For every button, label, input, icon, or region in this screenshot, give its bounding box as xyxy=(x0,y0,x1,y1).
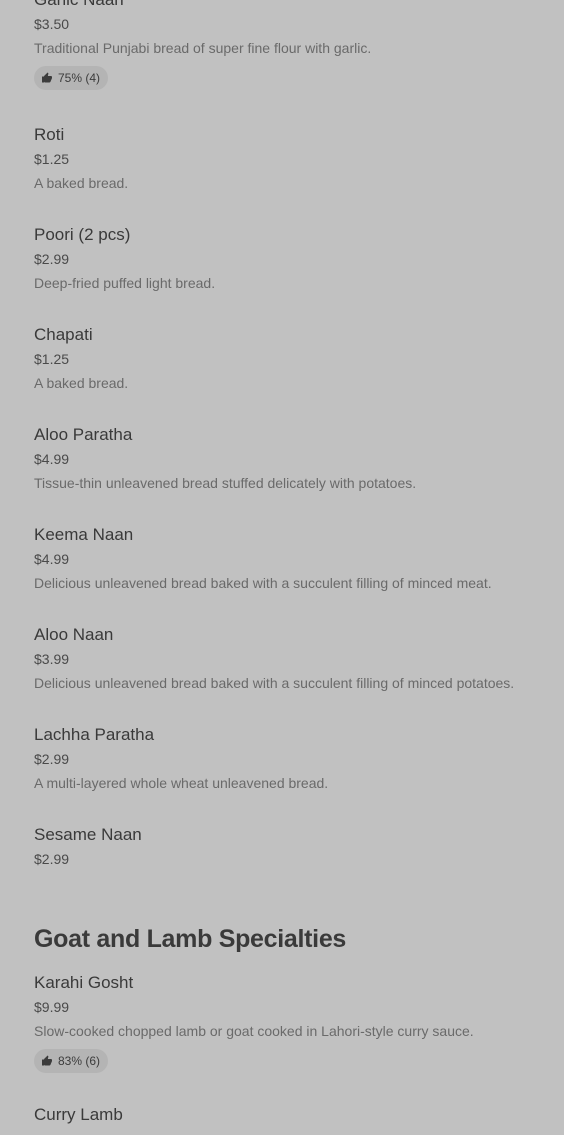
menu-item-aloo-paratha[interactable]: Aloo Paratha $4.99 Tissue-thin unleavene… xyxy=(34,425,554,492)
rating-text: 83% (6) xyxy=(58,1054,101,1068)
item-price: $3.99 xyxy=(34,651,70,667)
item-name: Lachha Paratha xyxy=(34,725,155,744)
item-description: Traditional Punjabi bread of super fine … xyxy=(34,40,372,56)
item-description: A baked bread. xyxy=(34,375,129,391)
menu-item-sesame-naan[interactable]: Sesame Naan $2.99 xyxy=(34,825,554,868)
item-description: Slow-cooked chopped lamb or goat cooked … xyxy=(34,1023,474,1039)
item-description: Delicious unleavened bread baked with a … xyxy=(34,575,492,591)
item-description: A multi-layered whole wheat unleavened b… xyxy=(34,775,329,791)
item-name: Chapati xyxy=(34,325,93,344)
item-name: Aloo Naan xyxy=(34,625,114,644)
item-name: Karahi Gosht xyxy=(34,973,134,992)
item-description: Deep-fried puffed light bread. xyxy=(34,275,216,291)
item-name: Curry Lamb xyxy=(34,1105,123,1124)
rating-text: 75% (4) xyxy=(58,71,101,85)
menu-item-roti[interactable]: Roti $1.25 A baked bread. xyxy=(34,125,554,192)
menu-item-poori[interactable]: Poori (2 pcs) $2.99 Deep-fried puffed li… xyxy=(34,225,554,292)
rating-badge: 75% (4) xyxy=(34,66,109,90)
item-price: $2.99 xyxy=(34,851,70,867)
section-title: Goat and Lamb Specialties xyxy=(34,925,347,953)
menu-item-aloo-naan[interactable]: Aloo Naan $3.99 Delicious unleavened bre… xyxy=(34,625,554,692)
item-name: Aloo Paratha xyxy=(34,425,133,444)
item-name: Poori (2 pcs) xyxy=(34,225,131,244)
item-price: $2.99 xyxy=(34,251,70,267)
menu-item-lachha-paratha[interactable]: Lachha Paratha $2.99 A multi-layered who… xyxy=(34,725,554,792)
rating-badge: 83% (6) xyxy=(34,1049,109,1073)
menu-item-garlic-naan[interactable]: Garlic Naan $3.50 Traditional Punjabi br… xyxy=(34,0,554,90)
thumbs-up-icon xyxy=(42,72,52,83)
item-price: $9.99 xyxy=(34,999,70,1015)
item-price: $1.25 xyxy=(34,351,70,367)
item-name: Sesame Naan xyxy=(34,825,142,844)
menu-item-karahi-gosht[interactable]: Karahi Gosht $9.99 Slow-cooked chopped l… xyxy=(34,973,554,1073)
item-price: $3.50 xyxy=(34,16,70,32)
menu-item-keema-naan[interactable]: Keema Naan $4.99 Delicious unleavened br… xyxy=(34,525,554,592)
item-description: Tissue-thin unleavened bread stuffed del… xyxy=(34,475,417,491)
menu-item-chapati[interactable]: Chapati $1.25 A baked bread. xyxy=(34,325,554,392)
item-name: Garlic Naan xyxy=(34,0,554,10)
item-description: Delicious unleavened bread baked with a … xyxy=(34,675,515,691)
item-name: Keema Naan xyxy=(34,525,134,544)
item-price: $1.25 xyxy=(34,151,70,167)
item-name: Roti xyxy=(34,125,65,144)
item-price: $4.99 xyxy=(34,551,70,567)
thumbs-up-icon xyxy=(42,1055,52,1066)
item-price: $2.99 xyxy=(34,751,70,767)
menu-item-curry-lamb[interactable]: Curry Lamb xyxy=(34,1105,554,1125)
item-price: $4.99 xyxy=(34,451,70,467)
item-description: A baked bread. xyxy=(34,175,129,191)
